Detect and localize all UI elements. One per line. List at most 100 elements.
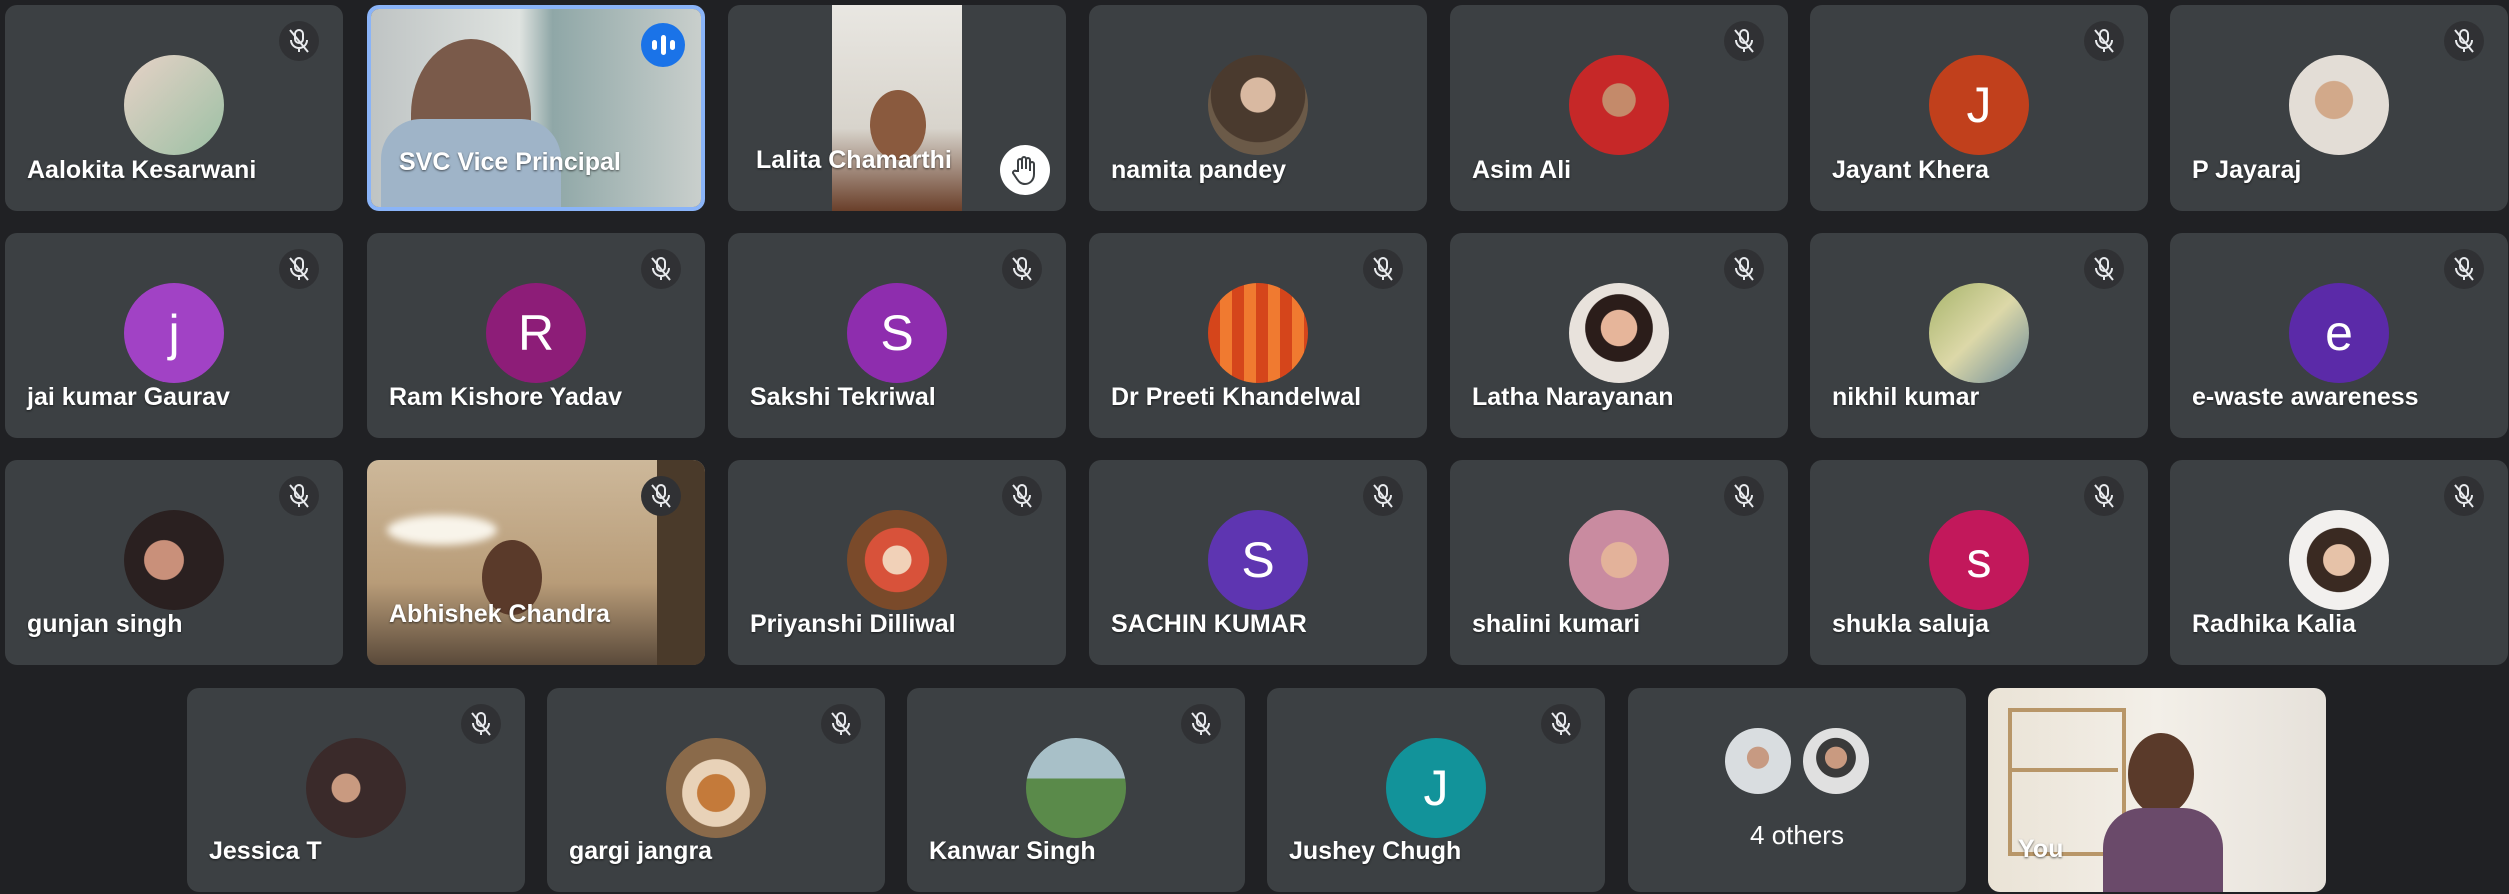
mic-off-icon	[1002, 476, 1042, 516]
participant-avatar	[1208, 55, 1308, 155]
self-name: You	[2018, 835, 2064, 863]
mic-off-icon	[1724, 21, 1764, 61]
participant-tile[interactable]: R Ram Kishore Yadav	[367, 233, 705, 438]
participant-avatar	[124, 510, 224, 610]
participant-avatar	[666, 738, 766, 838]
participant-tile[interactable]: P Jayaraj	[2170, 5, 2508, 211]
participant-avatar	[1569, 510, 1669, 610]
participant-tile[interactable]: S SACHIN KUMAR	[1089, 460, 1427, 665]
participant-name: Dr Preeti Khandelwal	[1111, 383, 1362, 411]
participant-name: SACHIN KUMAR	[1111, 610, 1307, 638]
participant-name: shalini kumari	[1472, 610, 1641, 638]
self-tile[interactable]: You	[1988, 688, 2326, 892]
participant-avatar: s	[1929, 510, 2029, 610]
mic-off-icon	[1181, 704, 1221, 744]
participant-name: Latha Narayanan	[1472, 383, 1674, 411]
participant-name: shukla saluja	[1832, 610, 1990, 638]
mic-off-icon	[2444, 476, 2484, 516]
participant-avatar: S	[847, 283, 947, 383]
participant-name: Jayant Khera	[1832, 156, 1990, 184]
participant-name: gargi jangra	[569, 837, 713, 865]
participant-avatar	[847, 510, 947, 610]
mic-off-icon	[1363, 249, 1403, 289]
participant-name: Jessica T	[209, 837, 322, 865]
participant-name: P Jayaraj	[2192, 156, 2302, 184]
participant-tile[interactable]: namita pandey	[1089, 5, 1427, 211]
participant-tile[interactable]: Priyanshi Dilliwal	[728, 460, 1066, 665]
participant-tile[interactable]: Lalita Chamarthi	[728, 5, 1066, 211]
participant-tile[interactable]: Jessica T	[187, 688, 525, 892]
participant-avatar	[1569, 283, 1669, 383]
participant-name: jai kumar Gaurav	[27, 383, 230, 411]
participant-tile[interactable]: gunjan singh	[5, 460, 343, 665]
participant-tile[interactable]: S Sakshi Tekriwal	[728, 233, 1066, 438]
participant-name: Jushey Chugh	[1289, 837, 1462, 865]
participant-avatar: J	[1929, 55, 2029, 155]
participant-tile[interactable]: J Jayant Khera	[1810, 5, 2148, 211]
participant-name: Abhishek Chandra	[389, 600, 610, 628]
participant-tile[interactable]: j jai kumar Gaurav	[5, 233, 343, 438]
mic-off-icon	[2444, 249, 2484, 289]
others-avatars	[1725, 728, 1869, 794]
participant-name: gunjan singh	[27, 610, 183, 638]
mic-off-icon	[2444, 21, 2484, 61]
mic-off-icon	[2084, 476, 2124, 516]
participant-tile[interactable]: s shukla saluja	[1810, 460, 2148, 665]
mic-off-icon	[279, 249, 319, 289]
participant-avatar	[1929, 283, 2029, 383]
participant-tile[interactable]: SVC Vice Principal	[367, 5, 705, 211]
participant-avatar	[1725, 728, 1791, 794]
participant-name: namita pandey	[1111, 156, 1287, 184]
participant-name: Ram Kishore Yadav	[389, 383, 622, 411]
participant-avatar: S	[1208, 510, 1308, 610]
raised-hand-icon	[1000, 145, 1050, 195]
participant-name: Sakshi Tekriwal	[750, 383, 936, 411]
participant-tile[interactable]: Kanwar Singh	[907, 688, 1245, 892]
mic-off-icon	[461, 704, 501, 744]
participant-tile[interactable]: Abhishek Chandra	[367, 460, 705, 665]
participant-avatar	[2289, 510, 2389, 610]
participant-avatar: j	[124, 283, 224, 383]
participant-tile[interactable]: nikhil kumar	[1810, 233, 2148, 438]
mic-off-icon	[1724, 249, 1764, 289]
participant-avatar	[1208, 283, 1308, 383]
participant-tile[interactable]: gargi jangra	[547, 688, 885, 892]
mic-off-icon	[279, 476, 319, 516]
mic-off-icon	[821, 704, 861, 744]
mic-off-icon	[2084, 249, 2124, 289]
participant-tile[interactable]: Aalokita Kesarwani	[5, 5, 343, 211]
participant-tile[interactable]: J Jushey Chugh	[1267, 688, 1605, 892]
participant-avatar	[2289, 55, 2389, 155]
participant-video	[832, 5, 962, 211]
participant-tile[interactable]: Radhika Kalia	[2170, 460, 2508, 665]
participant-tile[interactable]: Asim Ali	[1450, 5, 1788, 211]
mic-off-icon	[279, 21, 319, 61]
mic-off-icon	[1541, 704, 1581, 744]
mic-off-icon	[641, 476, 681, 516]
participant-name: nikhil kumar	[1832, 383, 1980, 411]
mic-off-icon	[2084, 21, 2124, 61]
participant-name: Asim Ali	[1472, 156, 1572, 184]
participant-name: Aalokita Kesarwani	[27, 156, 257, 184]
participant-avatar	[124, 55, 224, 155]
mic-off-icon	[1724, 476, 1764, 516]
others-tile[interactable]: 4 others	[1628, 688, 1966, 892]
participant-avatar	[306, 738, 406, 838]
participant-avatar	[1026, 738, 1126, 838]
participant-tile[interactable]: shalini kumari	[1450, 460, 1788, 665]
participant-name: Lalita Chamarthi	[756, 146, 952, 174]
speaking-indicator-icon	[641, 23, 685, 67]
mic-off-icon	[641, 249, 681, 289]
participant-name: e-waste awareness	[2192, 383, 2419, 411]
participant-tile[interactable]: e e-waste awareness	[2170, 233, 2508, 438]
participant-avatar: J	[1386, 738, 1486, 838]
participant-name: Priyanshi Dilliwal	[750, 610, 956, 638]
mic-off-icon	[1363, 476, 1403, 516]
participant-avatar: e	[2289, 283, 2389, 383]
mic-off-icon	[1002, 249, 1042, 289]
participant-tile[interactable]: Dr Preeti Khandelwal	[1089, 233, 1427, 438]
participant-name: Kanwar Singh	[929, 837, 1096, 865]
participant-avatar: R	[486, 283, 586, 383]
participant-tile[interactable]: Latha Narayanan	[1450, 233, 1788, 438]
participant-avatar	[1803, 728, 1869, 794]
